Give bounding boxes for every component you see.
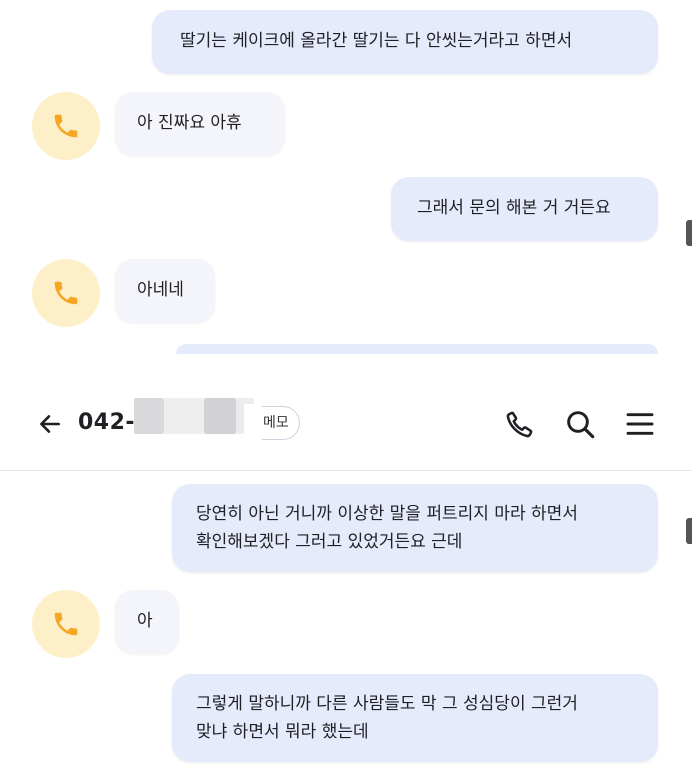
back-button[interactable] <box>30 404 70 444</box>
redacted-overlay <box>244 404 262 442</box>
avatar[interactable] <box>32 259 100 327</box>
message-incoming[interactable]: 아 <box>115 590 179 654</box>
phone-icon <box>54 612 78 636</box>
message-text: 아 진짜요 아휴 <box>137 113 242 133</box>
message-text-line: 맞냐 하면서 뭐라 했는데 <box>196 722 369 742</box>
phone-icon <box>506 411 533 438</box>
message-outgoing[interactable]: 그렇게 말하니까 다른 사람들도 막 그 성심당이 그런거 맞냐 하면서 뭐라 … <box>172 674 658 762</box>
avatar[interactable] <box>32 590 100 658</box>
scroll-indicator[interactable] <box>686 518 692 544</box>
scroll-indicator[interactable] <box>686 220 692 246</box>
message-outgoing[interactable]: 그래서 문의 해본 거 거든요 <box>391 177 658 241</box>
menu-button[interactable] <box>620 404 660 444</box>
call-button[interactable] <box>500 404 540 444</box>
hamburger-menu-icon <box>626 413 654 435</box>
phone-number[interactable]: 042- <box>78 410 135 435</box>
avatar[interactable] <box>32 92 100 160</box>
message-outgoing-cropped[interactable] <box>176 344 658 354</box>
message-text: 그래서 문의 해본 거 거든요 <box>417 198 611 218</box>
message-outgoing[interactable]: 당연히 아닌 거니까 이상한 말을 퍼트리지 마라 하면서 확인해보겠다 그러고… <box>172 484 658 572</box>
redacted-block <box>164 398 204 434</box>
message-text: 아 <box>137 611 153 631</box>
message-text: 아네네 <box>137 280 184 300</box>
header-divider <box>0 470 692 471</box>
redacted-block <box>204 398 236 434</box>
message-text-line: 당연히 아닌 거니까 이상한 말을 퍼트리지 마라 하면서 <box>196 504 578 524</box>
search-icon <box>567 411 595 439</box>
message-text-line: 확인해보겠다 그러고 있었거든요 근데 <box>196 532 463 552</box>
memo-label: 메모 <box>263 415 289 431</box>
message-incoming[interactable]: 아 진짜요 아휴 <box>115 92 285 156</box>
message-text-line: 그렇게 말하니까 다른 사람들도 막 그 성심당이 그런거 <box>196 694 578 714</box>
message-outgoing[interactable]: 딸기는 케이크에 올라간 딸기는 다 안씻는거라고 하면서 <box>152 10 658 74</box>
message-incoming[interactable]: 아네네 <box>115 259 215 323</box>
phone-icon <box>54 114 78 138</box>
phone-icon <box>54 281 78 305</box>
search-button[interactable] <box>560 404 600 444</box>
message-text: 딸기는 케이크에 올라간 딸기는 다 안씻는거라고 하면서 <box>180 31 573 51</box>
redacted-block <box>134 398 164 434</box>
arrow-left-icon <box>40 415 60 433</box>
